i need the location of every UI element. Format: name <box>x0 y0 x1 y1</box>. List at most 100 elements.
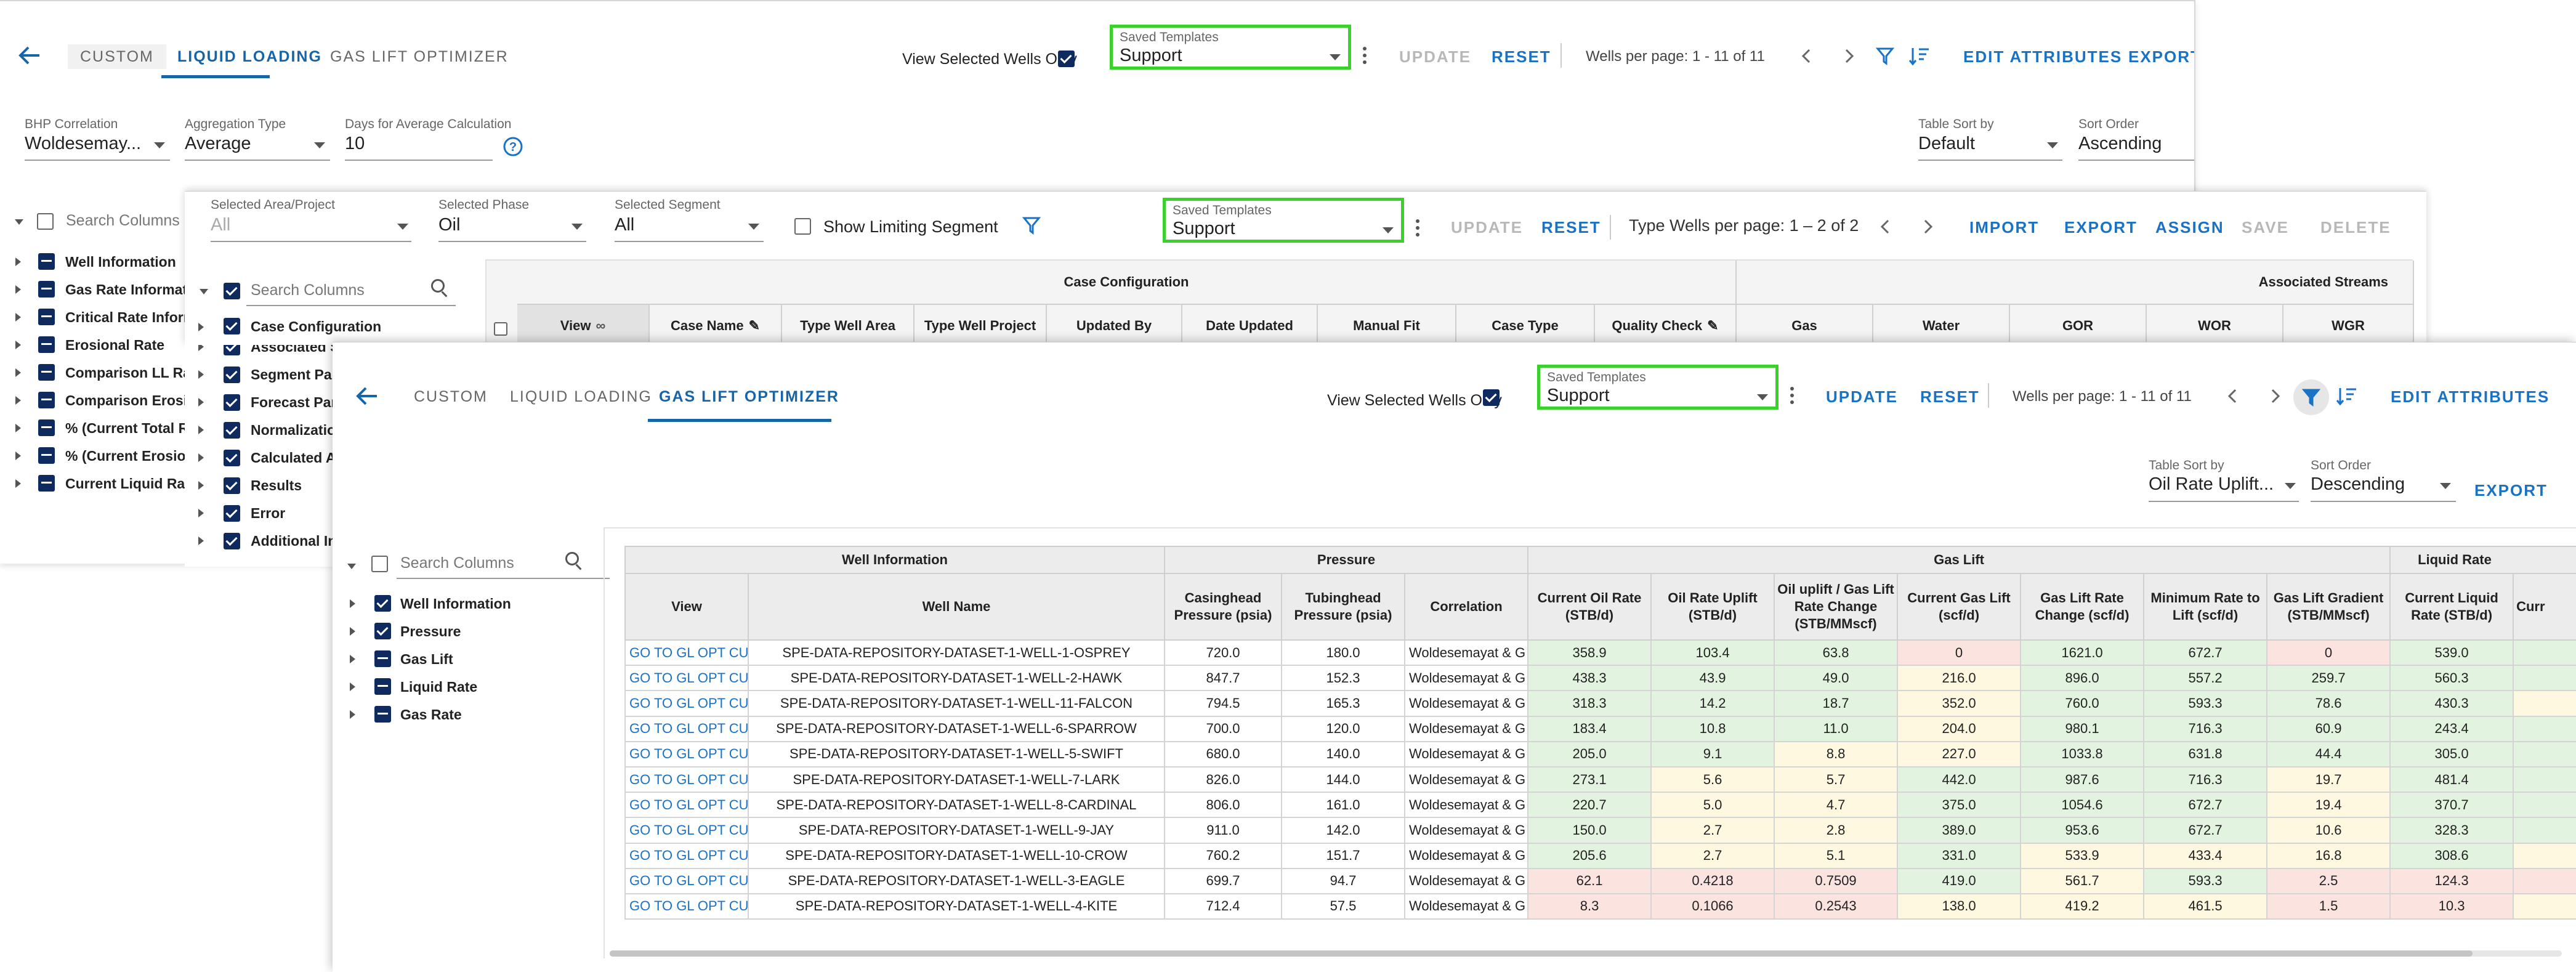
col-wgr[interactable]: WGR <box>2283 305 2414 345</box>
filter-icon[interactable] <box>1022 216 1041 235</box>
tab-gas-lift-optimizer[interactable]: GAS LIFT OPTIMIZER <box>318 44 521 69</box>
table-row[interactable]: GO TO GL OPT CUR SPE-DATA-REPOSITORY-DATA… <box>624 740 2576 767</box>
search-columns-input[interactable]: Search Columns <box>251 281 365 299</box>
saved-templates-select[interactable]: Saved Templates Support <box>1537 365 1779 410</box>
go-to-gl-opt-link[interactable]: GO TO GL OPT CUR <box>624 893 749 920</box>
scrollbar-thumb[interactable] <box>610 950 2473 957</box>
sort-icon[interactable] <box>1908 46 1931 67</box>
sort-icon[interactable] <box>2335 386 2359 407</box>
go-to-gl-opt-link[interactable]: GO TO GL OPT CUR <box>624 740 749 767</box>
edit-attributes-button[interactable]: EDIT ATTRIBUTES <box>2391 386 2550 408</box>
more-vert-icon[interactable] <box>1790 387 1794 407</box>
more-vert-icon[interactable] <box>1363 47 1367 67</box>
reset-button[interactable]: RESET <box>1541 216 1601 238</box>
expand-icon[interactable] <box>15 341 21 349</box>
table-row[interactable]: GO TO GL OPT CUR SPE-DATA-REPOSITORY-DATA… <box>624 665 2576 692</box>
chevron-left-icon[interactable] <box>1880 219 1891 235</box>
expand-icon[interactable] <box>350 655 355 663</box>
go-to-gl-opt-link[interactable]: GO TO GL OPT CUR <box>624 842 749 869</box>
back-arrow-icon[interactable] <box>356 386 378 406</box>
chevron-left-icon[interactable] <box>2227 388 2238 404</box>
tab-gas-lift-optimizer[interactable]: GAS LIFT OPTIMIZER <box>647 384 852 409</box>
import-button[interactable]: IMPORT <box>1969 216 2039 238</box>
tree-checkbox[interactable] <box>224 450 240 466</box>
export-button[interactable]: EXPORT <box>2064 216 2138 238</box>
go-to-gl-opt-link[interactable]: GO TO GL OPT CUR <box>624 817 749 844</box>
col-quality-check[interactable]: Quality Check ✎ <box>1595 305 1737 345</box>
search-columns-input[interactable]: Search Columns <box>66 212 180 230</box>
expand-icon[interactable] <box>15 479 21 488</box>
tree-checkbox[interactable] <box>374 678 391 695</box>
edit-attributes-button[interactable]: EDIT ATTRIBUTES <box>1963 46 2122 68</box>
tree-checkbox[interactable] <box>374 623 391 639</box>
col-view[interactable]: View <box>624 573 749 641</box>
tab-liquid-loading[interactable]: LIQUID LOADING <box>165 44 334 69</box>
tree-checkbox[interactable] <box>38 475 55 492</box>
col-manual-fit[interactable]: Manual Fit <box>1318 305 1456 345</box>
expand-icon[interactable] <box>350 599 355 608</box>
table-row[interactable]: GO TO GL OPT CUR SPE-DATA-REPOSITORY-DATA… <box>624 766 2576 793</box>
col-current-truncated[interactable]: Curr <box>2513 573 2576 641</box>
days-average-input[interactable]: 10 <box>345 134 365 154</box>
tree-checkbox[interactable] <box>224 394 240 411</box>
filter-icon[interactable] <box>2302 388 2320 407</box>
col-date-updated[interactable]: Date Updated <box>1182 305 1318 345</box>
expand-icon[interactable] <box>198 323 204 331</box>
col-type-well-area[interactable]: Type Well Area <box>782 305 915 345</box>
expand-icon[interactable] <box>198 509 204 517</box>
table-row[interactable]: GO TO GL OPT CUR SPE-DATA-REPOSITORY-DATA… <box>624 639 2576 666</box>
filter-icon[interactable] <box>1876 47 1894 65</box>
chevron-left-icon[interactable] <box>1801 48 1812 64</box>
col-tubinghead-pressure[interactable]: Tubinghead Pressure (psia) <box>1281 573 1405 641</box>
tree-checkbox[interactable] <box>224 422 240 439</box>
tree-checkbox[interactable] <box>224 477 240 494</box>
select-all-columns-checkbox[interactable] <box>37 213 54 230</box>
go-to-gl-opt-link[interactable]: GO TO GL OPT CUR <box>624 639 749 666</box>
expand-icon[interactable] <box>15 396 21 405</box>
expand-icon[interactable] <box>350 682 355 691</box>
go-to-gl-opt-link[interactable]: GO TO GL OPT CUR <box>624 867 749 894</box>
tree-checkbox[interactable] <box>38 336 55 353</box>
tree-checkbox[interactable] <box>38 281 55 298</box>
expand-icon[interactable] <box>15 368 21 377</box>
tree-checkbox[interactable] <box>38 309 55 325</box>
expand-icon[interactable] <box>198 481 204 490</box>
tab-liquid-loading[interactable]: LIQUID LOADING <box>498 384 664 409</box>
col-current-gas-lift[interactable]: Current Gas Lift (scf/d) <box>1897 573 2022 641</box>
col-correlation[interactable]: Correlation <box>1403 573 1529 641</box>
tab-custom[interactable]: CUSTOM <box>68 44 166 69</box>
col-gas[interactable]: Gas <box>1737 305 1873 345</box>
expand-icon[interactable] <box>15 285 21 294</box>
go-to-gl-opt-link[interactable]: GO TO GL OPT CUR <box>624 690 749 717</box>
col-gas-lift-gradient[interactable]: Gas Lift Gradient (STB/MMscf) <box>2266 573 2391 641</box>
expand-icon[interactable] <box>198 345 204 351</box>
save-button[interactable]: SAVE <box>2242 216 2289 238</box>
saved-templates-select[interactable]: Saved Templates Support <box>1110 25 1351 70</box>
table-row[interactable]: GO TO GL OPT CUR SPE-DATA-REPOSITORY-DATA… <box>624 792 2576 819</box>
reset-button[interactable]: RESET <box>1492 46 1551 68</box>
tree-checkbox[interactable] <box>224 533 240 549</box>
expand-icon[interactable] <box>198 453 204 462</box>
tree-checkbox[interactable] <box>374 706 391 723</box>
go-to-gl-opt-link[interactable]: GO TO GL OPT CUR <box>624 665 749 692</box>
table-row[interactable]: GO TO GL OPT CUR SPE-DATA-REPOSITORY-DATA… <box>624 842 2576 869</box>
go-to-gl-opt-link[interactable]: GO TO GL OPT CUR <box>624 715 749 742</box>
search-icon[interactable] <box>431 279 445 293</box>
export-button[interactable]: EXPORT <box>2128 46 2194 68</box>
sort-order-value[interactable]: Ascending <box>2078 134 2162 154</box>
view-selected-checkbox[interactable] <box>1483 389 1500 406</box>
back-arrow-icon[interactable] <box>18 46 41 65</box>
search-icon[interactable] <box>565 552 579 565</box>
sort-order-value[interactable]: Descending <box>2311 474 2405 495</box>
expand-icon[interactable] <box>198 370 204 379</box>
col-well-name[interactable]: Well Name <box>748 573 1165 641</box>
col-wor[interactable]: WOR <box>2147 305 2283 345</box>
view-selected-checkbox[interactable] <box>1058 51 1075 67</box>
col-view[interactable]: View ∞ <box>517 305 650 345</box>
select-all-columns-checkbox[interactable] <box>371 556 388 572</box>
col-current-oil-rate[interactable]: Current Oil Rate (STB/d) <box>1527 573 1652 641</box>
col-gor[interactable]: GOR <box>2010 305 2147 345</box>
go-to-gl-opt-link[interactable]: GO TO GL OPT CUR <box>624 766 749 793</box>
col-gas-lift-rate-change[interactable]: Gas Lift Rate Change (scf/d) <box>2020 573 2145 641</box>
tree-checkbox[interactable] <box>38 419 55 436</box>
